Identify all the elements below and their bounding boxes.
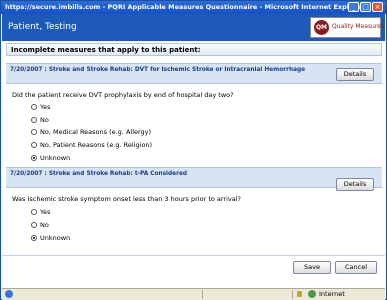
window-titlebar: https://secure.imbills.com - PQRI Applic… xyxy=(1,1,386,14)
details-button-1[interactable]: Details xyxy=(336,68,374,81)
lock-icon xyxy=(297,291,302,297)
radio-button[interactable] xyxy=(31,129,37,135)
patient-name: Patient, Testing xyxy=(8,22,77,32)
radio-button-selected[interactable] xyxy=(31,235,37,241)
maximize-button[interactable]: □ xyxy=(360,2,371,12)
details-button-2[interactable]: Details xyxy=(336,178,374,191)
save-button[interactable]: Save xyxy=(293,261,331,274)
option-label: No, Patient Reasons (e.g. Religion) xyxy=(40,141,153,149)
measure-label: 7/20/2007 : Stroke and Stroke Rehab: t-P… xyxy=(10,171,188,177)
window-title: https://secure.imbills.com - PQRI Applic… xyxy=(5,3,365,11)
minimize-button[interactable]: _ xyxy=(348,2,359,12)
page-header: Patient, Testing QM Quality Measures xyxy=(2,14,385,41)
radio-button[interactable] xyxy=(31,104,37,110)
radio-button[interactable] xyxy=(31,142,37,148)
quality-measures-logo: QM Quality Measures xyxy=(310,17,384,38)
logo-mark: QM xyxy=(314,20,329,35)
internet-zone-icon xyxy=(308,290,316,298)
measure-question-2: Was Ischemic stroke symptom onset less t… xyxy=(12,195,242,203)
measure-header-1: 7/20/2007 : Stroke and Stroke Rehab: DVT… xyxy=(6,63,382,84)
logo-text: Quality Measures xyxy=(332,23,384,30)
option-label: Yes xyxy=(40,103,51,111)
radio-button[interactable] xyxy=(31,117,37,123)
status-bar: Internet xyxy=(2,288,385,300)
measure-header-2: 7/20/2007 : Stroke and Stroke Rehab: t-P… xyxy=(6,167,382,191)
status-separator xyxy=(292,290,293,299)
cancel-button[interactable]: Cancel xyxy=(335,261,377,274)
browser-window: https://secure.imbills.com - PQRI Applic… xyxy=(0,0,387,300)
section-heading: Incomplete measures that apply to this p… xyxy=(6,43,382,56)
measure-label: 7/20/2007 : Stroke and Stroke Rehab: DVT… xyxy=(10,67,306,73)
measure-question-1: Did the patient receive DVT prophylaxis … xyxy=(12,91,234,99)
radio-button[interactable] xyxy=(31,222,37,228)
option-label: No, Medical Reasons (e.g. Allergy) xyxy=(40,128,152,136)
page-icon xyxy=(5,290,13,298)
footer-divider xyxy=(2,255,385,256)
security-zone: Internet xyxy=(319,290,345,298)
option-label: No xyxy=(40,116,49,124)
option-label: Unknown xyxy=(40,234,71,242)
option-label: Yes xyxy=(40,208,51,216)
status-separator xyxy=(202,290,203,299)
radio-button[interactable] xyxy=(31,209,37,215)
radio-button-selected[interactable] xyxy=(31,155,37,161)
option-label: No xyxy=(40,221,49,229)
option-label: Unknown xyxy=(40,154,71,162)
close-button[interactable]: × xyxy=(372,2,383,12)
